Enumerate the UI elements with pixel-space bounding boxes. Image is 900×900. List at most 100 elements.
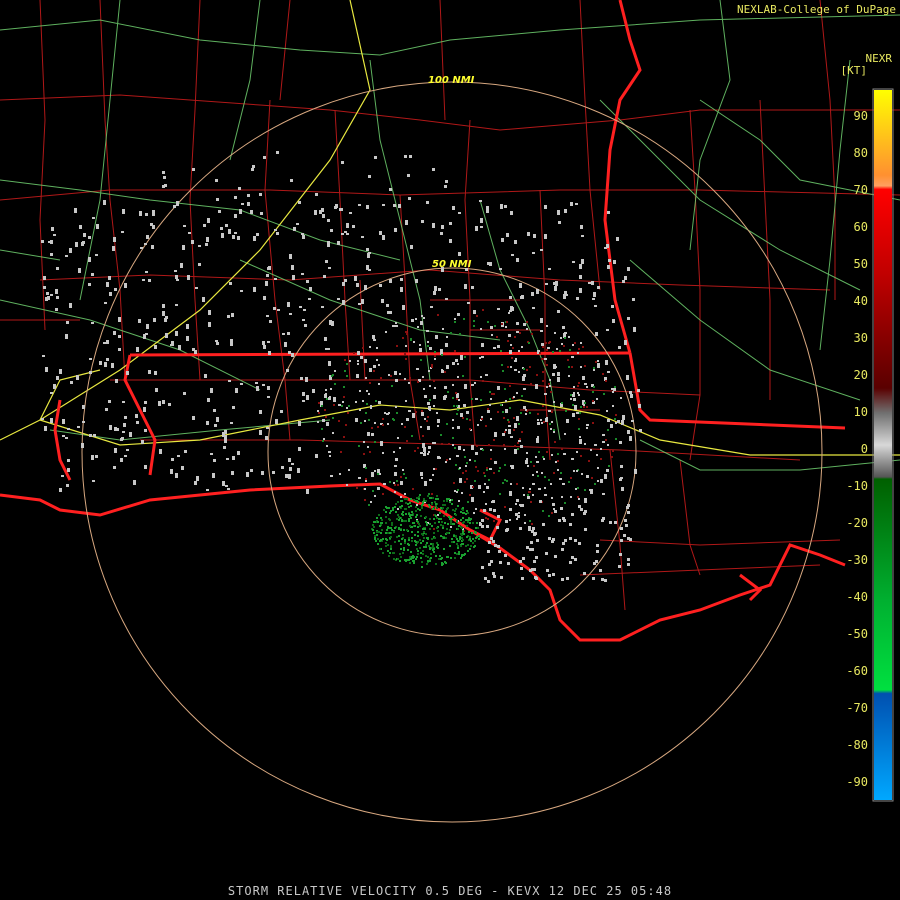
- echo-pixel: [398, 540, 400, 542]
- echo-pixel: [634, 469, 637, 474]
- echo-pixel: [592, 422, 594, 424]
- echo-pixel: [247, 202, 250, 206]
- echo-pixel: [408, 513, 410, 515]
- echo-pixel: [579, 412, 581, 414]
- echo-pixel: [614, 386, 616, 388]
- echo-pixel: [468, 531, 470, 533]
- echo-pixel: [400, 500, 402, 502]
- echo-pixel: [450, 520, 452, 522]
- echo-pixel: [505, 429, 507, 431]
- echo-pixel: [440, 434, 442, 436]
- echo-pixel: [507, 366, 509, 368]
- echo-pixel: [514, 240, 517, 244]
- echo-pixel: [565, 294, 568, 296]
- echo-pixel: [41, 418, 44, 420]
- echo-pixel: [627, 317, 630, 320]
- echo-pixel: [547, 347, 550, 349]
- echo-pixel: [146, 235, 149, 239]
- echo-pixel: [426, 524, 428, 526]
- legend-tick-label: 10: [854, 405, 868, 419]
- echo-pixel: [493, 575, 496, 578]
- echo-pixel: [448, 498, 450, 500]
- echo-pixel: [436, 542, 438, 544]
- echo-pixel: [580, 455, 582, 457]
- echo-pixel: [521, 395, 523, 397]
- echo-pixel: [370, 407, 372, 409]
- echo-pixel: [121, 231, 124, 233]
- echo-pixel: [566, 419, 569, 423]
- echo-pixel: [389, 279, 392, 283]
- echo-pixel: [390, 545, 392, 547]
- echo-pixel: [378, 364, 380, 366]
- echo-pixel: [536, 289, 539, 294]
- footer-caption: STORM RELATIVE VELOCITY 0.5 DEG - KEVX 1…: [227, 884, 673, 898]
- echo-pixel: [56, 267, 59, 270]
- echo-pixel: [465, 513, 467, 515]
- echo-pixel: [450, 526, 452, 528]
- echo-pixel: [624, 340, 627, 345]
- echo-pixel: [436, 527, 438, 529]
- echo-pixel: [507, 419, 509, 421]
- echo-pixel: [266, 315, 269, 317]
- echo-pixel: [593, 292, 596, 297]
- legend-tick-label: -70: [846, 701, 868, 715]
- echo-pixel: [237, 236, 240, 240]
- echo-pixel: [619, 441, 622, 444]
- echo-pixel: [493, 347, 496, 349]
- echo-pixel: [573, 470, 575, 472]
- echo-pixel: [544, 476, 546, 478]
- echo-pixel: [486, 486, 489, 489]
- echo-pixel: [457, 547, 459, 549]
- echo-pixel: [488, 479, 490, 481]
- echo-pixel: [215, 340, 218, 342]
- echo-pixel: [546, 451, 548, 453]
- echo-pixel: [487, 410, 490, 413]
- echo-pixel: [456, 491, 458, 493]
- echo-pixel: [428, 451, 430, 453]
- echo-pixel: [584, 498, 587, 503]
- echo-pixel: [523, 368, 525, 370]
- echo-pixel: [504, 464, 506, 466]
- echo-pixel: [433, 380, 435, 382]
- echo-pixel: [380, 377, 382, 379]
- echo-pixel: [478, 535, 480, 537]
- echo-pixel: [267, 267, 270, 270]
- echo-pixel: [528, 526, 531, 529]
- echo-pixel: [584, 489, 586, 491]
- echo-pixel: [513, 417, 515, 419]
- echo-pixel: [170, 469, 173, 474]
- echo-pixel: [363, 441, 365, 443]
- echo-pixel: [537, 413, 539, 415]
- echo-pixel: [458, 212, 461, 214]
- echo-pixel: [498, 550, 501, 553]
- echo-pixel: [606, 244, 609, 248]
- echo-pixel: [475, 452, 478, 455]
- echo-pixel: [280, 410, 283, 413]
- echo-pixel: [549, 423, 551, 425]
- echo-pixel: [188, 232, 191, 234]
- echo-pixel: [551, 421, 553, 423]
- echo-pixel: [516, 322, 519, 325]
- echo-pixel: [470, 540, 472, 542]
- echo-pixel: [374, 422, 376, 424]
- echo-pixel: [329, 455, 331, 457]
- echo-pixel: [460, 545, 462, 547]
- echo-pixel: [467, 550, 469, 552]
- echo-pixel: [427, 426, 430, 430]
- echo-pixel: [376, 517, 378, 519]
- echo-pixel: [372, 524, 374, 526]
- echo-pixel: [424, 528, 426, 530]
- echo-pixel: [409, 525, 411, 527]
- echo-pixel: [353, 352, 355, 354]
- echo-pixel: [223, 446, 226, 449]
- echo-pixel: [45, 367, 48, 372]
- echo-pixel: [486, 206, 489, 211]
- echo-pixel: [562, 542, 565, 545]
- echo-pixel: [305, 377, 308, 382]
- echo-pixel: [431, 493, 433, 495]
- echo-pixel: [500, 576, 503, 579]
- echo-pixel: [620, 397, 622, 399]
- echo-pixel: [607, 419, 610, 422]
- echo-pixel: [612, 450, 614, 452]
- echo-pixel: [368, 504, 370, 506]
